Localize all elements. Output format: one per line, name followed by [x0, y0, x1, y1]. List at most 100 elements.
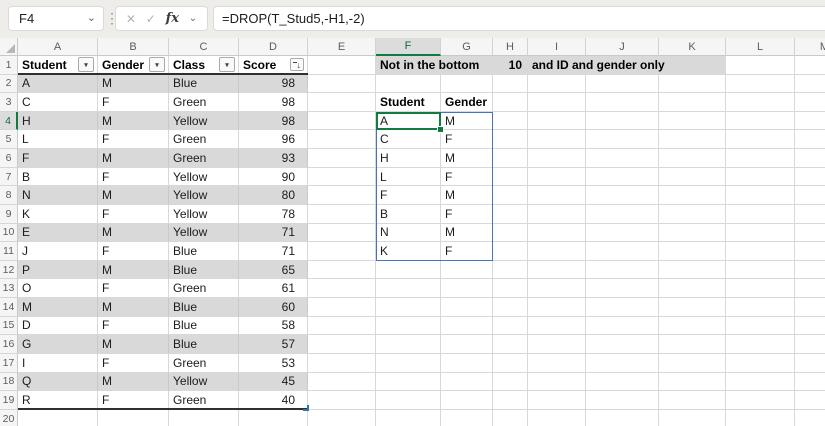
cell-G15[interactable]: [441, 316, 493, 336]
cell-E19[interactable]: [308, 391, 376, 410]
cell-G17[interactable]: [441, 353, 493, 373]
name-box-chevron-icon[interactable]: ⌄: [87, 11, 96, 24]
cell-I19[interactable]: [528, 391, 586, 410]
column-header-I[interactable]: I: [528, 38, 586, 56]
cell-E1[interactable]: [308, 56, 376, 75]
cell-D8[interactable]: 80: [239, 186, 308, 205]
column-header-F[interactable]: F: [376, 38, 441, 56]
cell-L3[interactable]: [726, 93, 795, 112]
cell-E11[interactable]: [308, 242, 376, 261]
cell-H9[interactable]: [493, 204, 528, 224]
cell-B14[interactable]: M: [98, 298, 169, 317]
cell-K2[interactable]: [659, 74, 726, 94]
filter-dropdown-icon[interactable]: ▾: [219, 57, 235, 73]
column-header-E[interactable]: E: [308, 38, 376, 56]
cell-I3[interactable]: [528, 93, 586, 112]
cell-D20[interactable]: [239, 409, 308, 426]
cell-C7[interactable]: Yellow: [169, 167, 239, 187]
row-header-10[interactable]: 10: [0, 223, 18, 243]
cell-B9[interactable]: F: [98, 204, 169, 224]
cell-J5[interactable]: [586, 130, 659, 150]
active-cell-F4[interactable]: [376, 111, 441, 131]
cell-D5[interactable]: 96: [239, 130, 308, 150]
name-box[interactable]: F4 ⌄: [8, 6, 104, 31]
cell-K5[interactable]: [659, 130, 726, 150]
cell-D3[interactable]: 98: [239, 93, 308, 112]
cell-B11[interactable]: F: [98, 242, 169, 261]
cell-H10[interactable]: [493, 223, 528, 243]
cell-D16[interactable]: 57: [239, 335, 308, 354]
cell-E17[interactable]: [308, 353, 376, 373]
cell-C18[interactable]: Yellow: [169, 372, 239, 392]
cell-E3[interactable]: [308, 93, 376, 112]
cell-I13[interactable]: [528, 279, 586, 299]
row-header-9[interactable]: 9: [0, 204, 18, 224]
cell-J10[interactable]: [586, 223, 659, 243]
row-header-3[interactable]: 3: [0, 93, 18, 112]
row-header-15[interactable]: 15: [0, 316, 18, 336]
cell-B5[interactable]: F: [98, 130, 169, 150]
cell-K10[interactable]: [659, 223, 726, 243]
cell-A20[interactable]: [18, 409, 98, 426]
column-header-M[interactable]: M: [795, 38, 825, 56]
row-header-14[interactable]: 14: [0, 298, 18, 317]
cell-G9[interactable]: F: [441, 204, 493, 224]
cell-F17[interactable]: [376, 353, 441, 373]
cell-E4[interactable]: [308, 111, 376, 131]
cell-M11[interactable]: [795, 242, 825, 261]
cell-A3[interactable]: C: [18, 93, 98, 112]
cell-E14[interactable]: [308, 298, 376, 317]
cell-A13[interactable]: O: [18, 279, 98, 299]
cell-F7[interactable]: L: [376, 167, 441, 187]
cell-L18[interactable]: [726, 372, 795, 392]
cell-D4[interactable]: 98: [239, 111, 308, 131]
row-header-6[interactable]: 6: [0, 149, 18, 168]
cell-K8[interactable]: [659, 186, 726, 205]
cell-G16[interactable]: [441, 335, 493, 354]
cell-A6[interactable]: F: [18, 149, 98, 168]
row-header-18[interactable]: 18: [0, 372, 18, 392]
cell-M6[interactable]: [795, 149, 825, 168]
cell-F2[interactable]: [376, 74, 441, 94]
cell-M18[interactable]: [795, 372, 825, 392]
cell-E15[interactable]: [308, 316, 376, 336]
cell-A10[interactable]: E: [18, 223, 98, 243]
cell-E16[interactable]: [308, 335, 376, 354]
cell-M4[interactable]: [795, 111, 825, 131]
cell-A14[interactable]: M: [18, 298, 98, 317]
cell-C13[interactable]: Green: [169, 279, 239, 299]
cell-K9[interactable]: [659, 204, 726, 224]
cell-B10[interactable]: M: [98, 223, 169, 243]
cell-D7[interactable]: 90: [239, 167, 308, 187]
row-header-16[interactable]: 16: [0, 335, 18, 354]
cell-K17[interactable]: [659, 353, 726, 373]
cell-F14[interactable]: [376, 298, 441, 317]
cell-I11[interactable]: [528, 242, 586, 261]
cell-G10[interactable]: M: [441, 223, 493, 243]
cell-M12[interactable]: [795, 260, 825, 280]
cell-C4[interactable]: Yellow: [169, 111, 239, 131]
cell-E9[interactable]: [308, 204, 376, 224]
cell-L10[interactable]: [726, 223, 795, 243]
cell-M3[interactable]: [795, 93, 825, 112]
cell-I15[interactable]: [528, 316, 586, 336]
cell-B3[interactable]: F: [98, 93, 169, 112]
cell-D19[interactable]: 40: [239, 391, 308, 410]
cell-H12[interactable]: [493, 260, 528, 280]
cell-D6[interactable]: 93: [239, 149, 308, 168]
cell-J3[interactable]: [586, 93, 659, 112]
cell-I9[interactable]: [528, 204, 586, 224]
cell-C2[interactable]: Blue: [169, 74, 239, 94]
row-header-13[interactable]: 13: [0, 279, 18, 299]
cell-B20[interactable]: [98, 409, 169, 426]
cell-B15[interactable]: F: [98, 316, 169, 336]
cell-E6[interactable]: [308, 149, 376, 168]
column-header-H[interactable]: H: [493, 38, 528, 56]
cell-K6[interactable]: [659, 149, 726, 168]
column-header-L[interactable]: L: [726, 38, 795, 56]
cell-J13[interactable]: [586, 279, 659, 299]
cell-A1[interactable]: Student ▾: [18, 56, 98, 75]
cell-A8[interactable]: N: [18, 186, 98, 205]
cell-C5[interactable]: Green: [169, 130, 239, 150]
cell-C12[interactable]: Blue: [169, 260, 239, 280]
